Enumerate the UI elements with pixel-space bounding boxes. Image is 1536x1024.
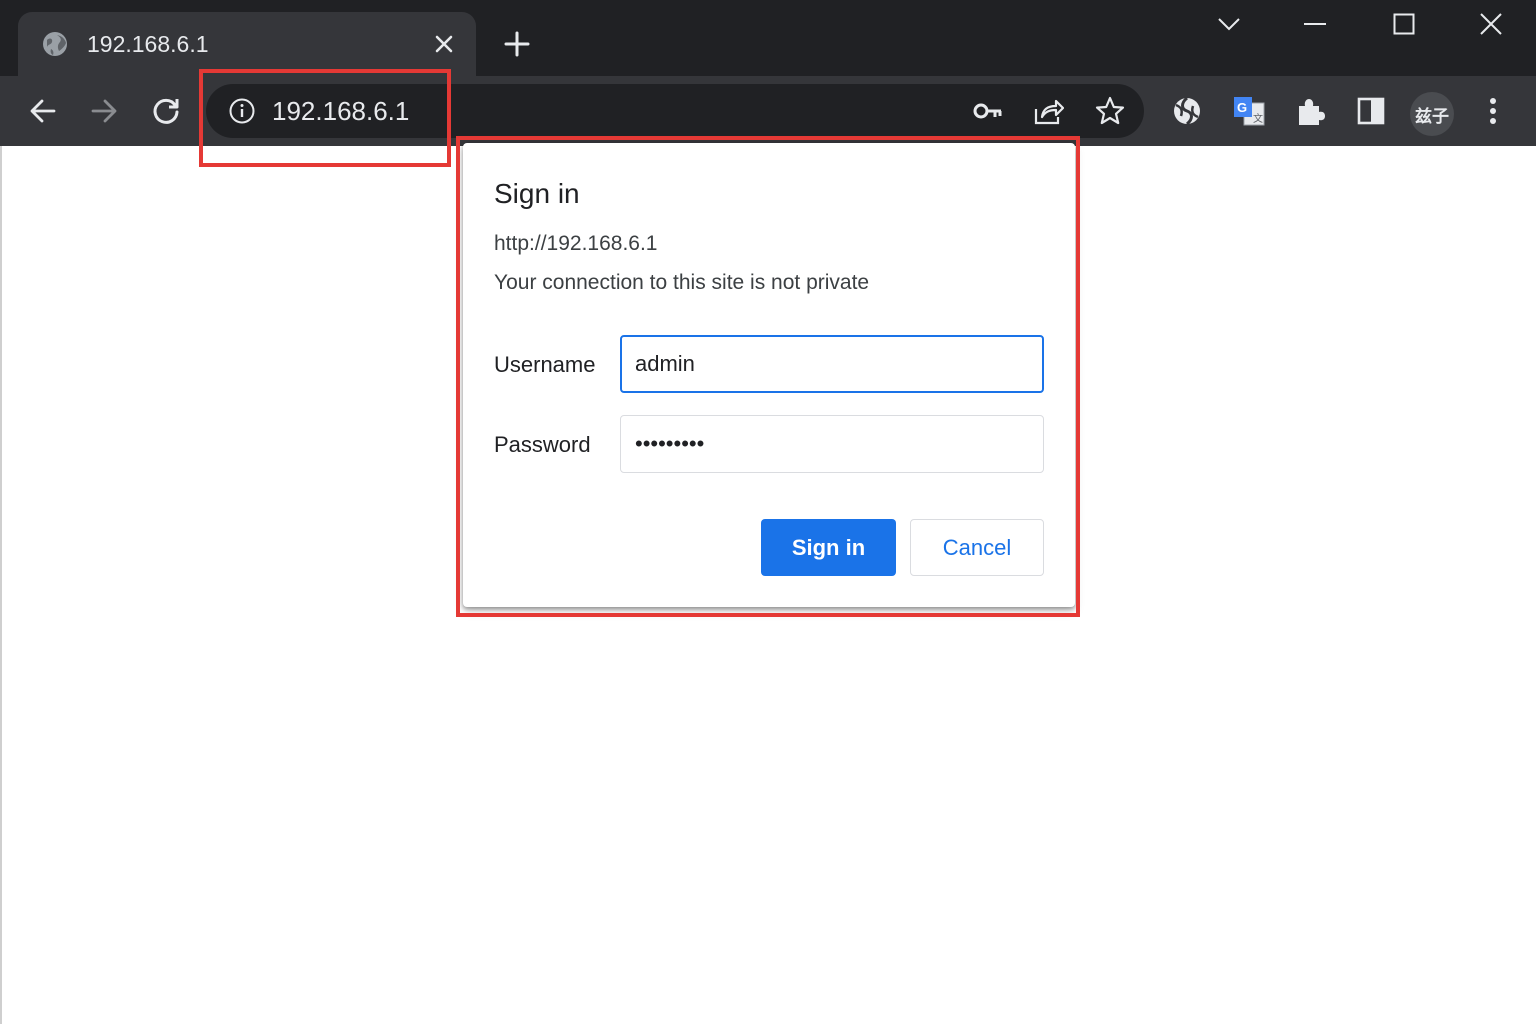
password-field[interactable]: ••••••••• bbox=[620, 415, 1044, 473]
svg-text:G: G bbox=[1237, 100, 1247, 115]
browser-toolbar: 192.168.6.1 G 文 兹子 bbox=[0, 76, 1536, 146]
address-bar[interactable]: 192.168.6.1 bbox=[206, 84, 1144, 138]
close-icon[interactable] bbox=[430, 30, 458, 58]
username-field[interactable]: admin bbox=[620, 335, 1044, 393]
username-label: Username bbox=[494, 352, 596, 377]
forward-arrow-icon[interactable] bbox=[83, 90, 125, 132]
dialog-warning: Your connection to this site is not priv… bbox=[494, 271, 870, 294]
dialog-title: Sign in bbox=[494, 178, 580, 209]
tab-title: 192.168.6.1 bbox=[87, 31, 209, 57]
globe-icon bbox=[42, 31, 68, 57]
password-label: Password bbox=[494, 432, 591, 457]
maximize-icon[interactable] bbox=[1384, 6, 1424, 42]
cancel-button[interactable]: Cancel bbox=[910, 519, 1044, 576]
puzzle-icon[interactable] bbox=[1289, 90, 1331, 132]
key-icon[interactable] bbox=[971, 94, 1005, 128]
signin-dialog: Sign in http://192.168.6.1 Your connecti… bbox=[463, 143, 1075, 607]
share-icon[interactable] bbox=[1032, 94, 1066, 128]
reload-icon[interactable] bbox=[145, 90, 187, 132]
star-icon[interactable] bbox=[1093, 94, 1127, 128]
side-panel-icon[interactable] bbox=[1350, 90, 1392, 132]
back-arrow-icon[interactable] bbox=[22, 90, 64, 132]
profile-avatar[interactable]: 兹子 bbox=[1410, 92, 1454, 136]
translate-icon[interactable]: G 文 bbox=[1228, 90, 1270, 132]
kebab-menu-icon[interactable] bbox=[1472, 90, 1514, 132]
browser-tab[interactable]: 192.168.6.1 bbox=[18, 12, 476, 76]
address-url[interactable]: 192.168.6.1 bbox=[272, 95, 409, 127]
tab-search-icon[interactable] bbox=[1209, 6, 1249, 42]
window-close-icon[interactable] bbox=[1471, 6, 1511, 42]
tab-strip: 192.168.6.1 bbox=[0, 0, 1536, 76]
plus-icon[interactable] bbox=[499, 26, 535, 62]
svg-text:文: 文 bbox=[1253, 112, 1263, 125]
signin-button[interactable]: Sign in bbox=[761, 519, 896, 576]
extension-swirl-icon[interactable] bbox=[1166, 90, 1208, 132]
dialog-origin: http://192.168.6.1 bbox=[494, 232, 658, 255]
info-icon[interactable] bbox=[228, 97, 256, 125]
minimize-icon[interactable] bbox=[1295, 6, 1335, 42]
